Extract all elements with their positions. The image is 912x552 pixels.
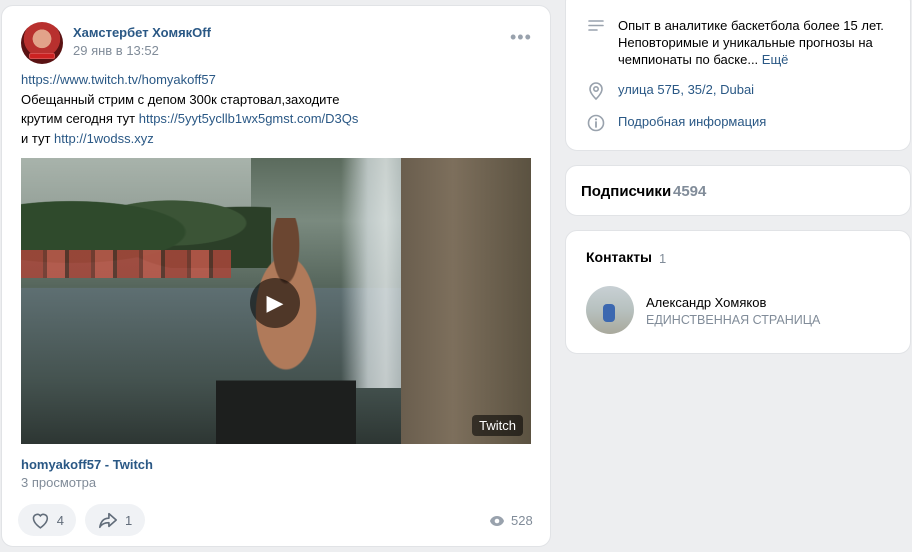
show-more-link[interactable]: Ещё [762, 52, 789, 67]
post-date[interactable]: 29 янв в 13:52 [73, 43, 159, 58]
description-icon [588, 20, 604, 31]
address-link[interactable]: улица 57Б, 35/2, Dubai [618, 81, 754, 101]
like-count: 4 [56, 512, 64, 528]
post-text-line: Обещанный стрим с депом 300к стартовал,з… [21, 91, 340, 107]
eye-icon [490, 515, 504, 526]
post-link-casino[interactable]: https://5yyt5ycllb1wx5gmst.com/D3Qs [139, 111, 359, 126]
post-text: https://www.twitch.tv/homyakoff57 Обещан… [21, 70, 531, 148]
video-title[interactable]: homyakoff57 - Twitch [21, 457, 153, 472]
share-icon [99, 512, 117, 529]
video-source-badge: Twitch [472, 415, 523, 436]
post-text-line: крутим сегодня тут [21, 111, 139, 126]
community-info-card: Опыт в аналитике баскетбола более 15 лет… [565, 0, 911, 151]
info-icon [587, 114, 605, 132]
contacts-count: 1 [659, 251, 667, 266]
like-button[interactable]: 4 [18, 504, 76, 536]
play-icon[interactable]: ▶ [250, 278, 300, 328]
subscribers-label: Подписчики [581, 183, 672, 200]
share-button[interactable]: 1 [85, 504, 145, 536]
heart-icon [32, 513, 49, 529]
contact-avatar[interactable] [586, 286, 634, 334]
post-link-site[interactable]: http://1wodss.xyz [54, 131, 154, 146]
details-link[interactable]: Подробная информация [618, 113, 766, 133]
post-card: Хамстербет ХомякOff 29 янв в 13:52 ••• h… [1, 5, 551, 547]
description-row: Опыт в аналитике баскетбола более 15 лет… [586, 17, 896, 68]
post-text-line: и тут [21, 130, 55, 146]
subscribers-card[interactable]: Подписчики 4594 [565, 165, 911, 216]
contacts-label[interactable]: Контакты [586, 249, 652, 265]
location-pin-icon [589, 82, 603, 101]
video-views: 3 просмотра [21, 475, 97, 490]
views-counter: 528 [489, 513, 533, 528]
views-count: 528 [511, 513, 533, 528]
subscribers-count: 4594 [673, 183, 707, 200]
details-row[interactable]: Подробная информация [586, 113, 766, 133]
community-description: Опыт в аналитике баскетбола более 15 лет… [618, 18, 884, 67]
contacts-card: Контакты 1 Александр Хомяков ЕДИНСТВЕННА… [565, 230, 911, 354]
share-count: 1 [125, 512, 133, 528]
post-link-twitch[interactable]: https://www.twitch.tv/homyakoff57 [21, 72, 216, 87]
avatar-badge [29, 53, 55, 59]
address-row[interactable]: улица 57Б, 35/2, Dubai [586, 81, 754, 101]
contact-name[interactable]: Александр Хомяков [646, 295, 766, 310]
contact-role: ЕДИНСТВЕННАЯ СТРАНИЦА [646, 313, 821, 327]
author-avatar[interactable] [21, 22, 63, 64]
post-author[interactable]: Хамстербет ХомякOff [73, 25, 211, 40]
video-thumbnail[interactable]: ▶ Twitch [21, 158, 531, 444]
more-options-icon[interactable]: ••• [510, 28, 531, 52]
